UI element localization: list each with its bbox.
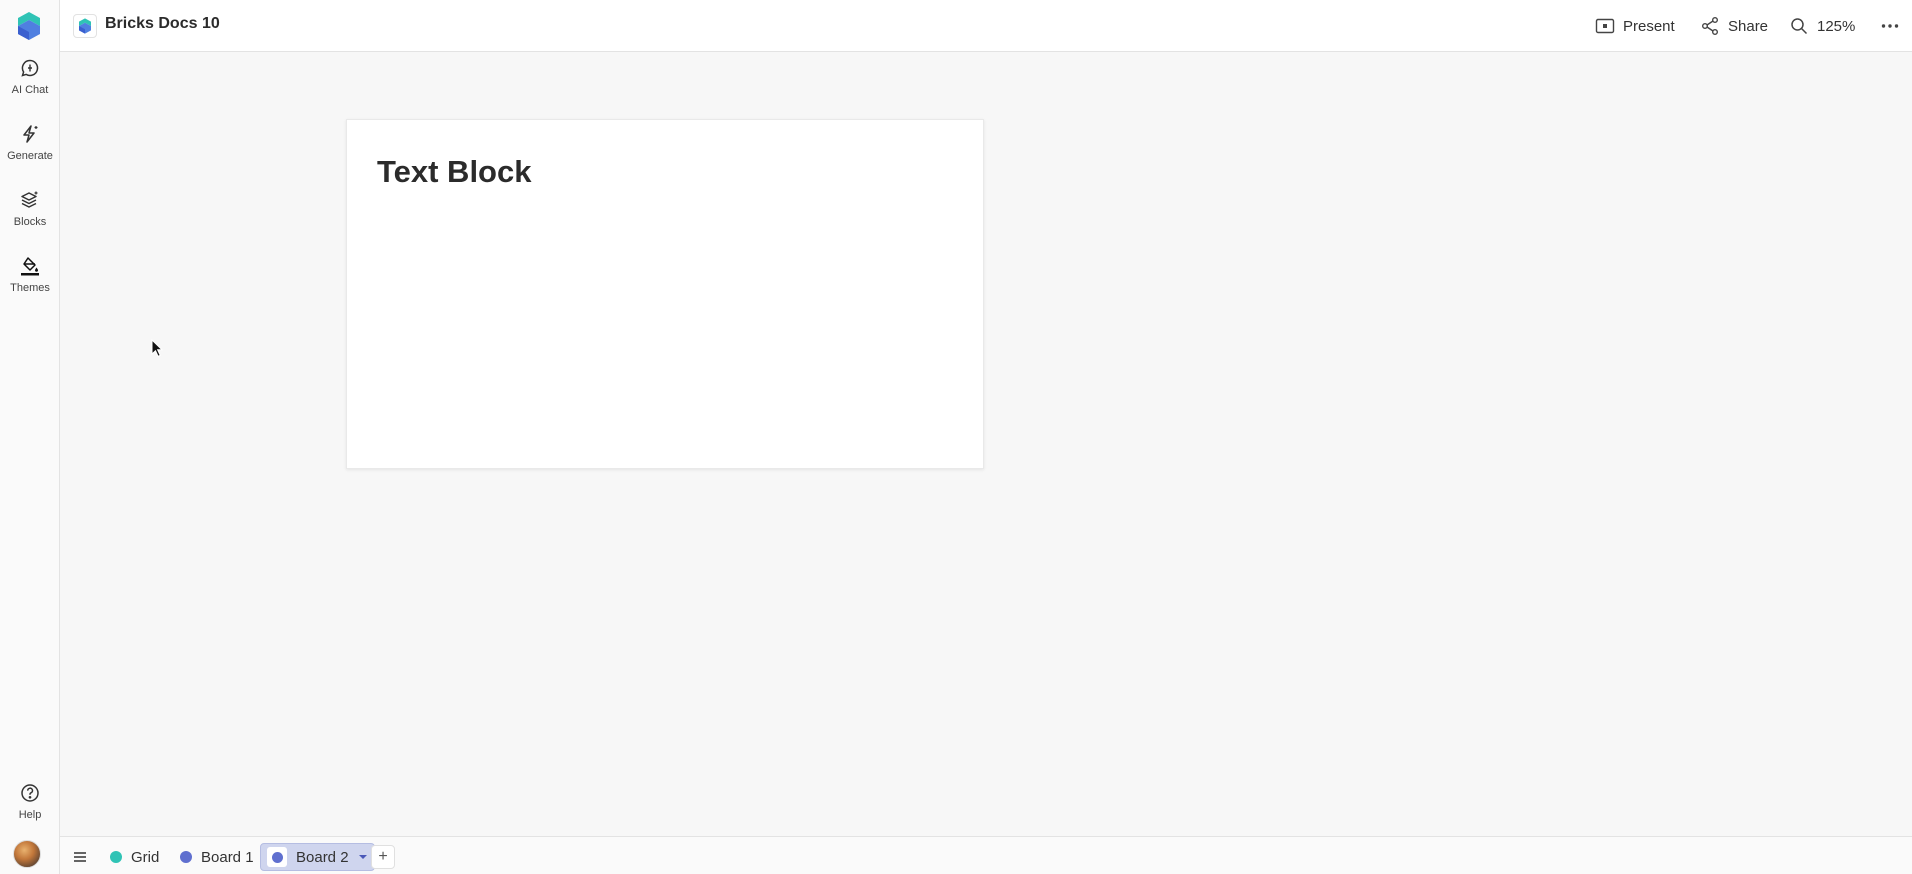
grid-tab-dot-icon [110, 851, 122, 863]
sidebar-item-themes[interactable]: Themes [0, 256, 60, 294]
chat-spark-icon [21, 59, 39, 77]
help-icon [21, 784, 39, 802]
present-icon [1595, 18, 1615, 34]
board-tab-dot-icon [180, 851, 192, 863]
top-bar: Bricks Docs 10 Present Share 125% [60, 0, 1912, 52]
present-label: Present [1623, 17, 1675, 35]
bolt-sparkle-icon [23, 125, 38, 143]
mouse-cursor-icon [151, 339, 163, 357]
layers-icon [21, 191, 38, 208]
app-logo-icon[interactable] [18, 12, 40, 40]
sidebar-item-label: AI Chat [11, 84, 49, 96]
board-tab-dot-icon [271, 851, 283, 863]
chevron-down-icon[interactable] [358, 853, 368, 861]
sidebar-item-label: Blocks [13, 216, 47, 228]
more-horizontal-icon [1881, 24, 1899, 28]
hamburger-icon [74, 852, 86, 862]
bottom-tab-bar: Grid Board 1 Board 2 + [60, 836, 1912, 874]
tab-label: Grid [131, 848, 160, 866]
text-block-heading[interactable]: Text Block [377, 154, 531, 190]
sidebar-item-label: Themes [10, 282, 50, 294]
present-button[interactable]: Present [1595, 14, 1675, 38]
text-block-card[interactable]: Text Block [346, 119, 984, 469]
zoom-button[interactable]: 125% [1789, 14, 1855, 38]
sidebar-item-generate[interactable]: Generate [0, 124, 60, 162]
tab-label: Board 2 [296, 848, 349, 866]
share-button[interactable]: Share [1700, 14, 1768, 38]
tab-board-2[interactable]: Board 2 [260, 843, 375, 871]
share-icon [1702, 17, 1718, 35]
pages-menu-button[interactable] [68, 846, 92, 868]
add-tab-button[interactable]: + [371, 845, 395, 869]
sidebar-item-ai-chat[interactable]: AI Chat [0, 58, 60, 96]
plus-icon: + [378, 848, 388, 865]
sidebar-item-label: Generate [7, 150, 53, 162]
zoom-icon [1791, 18, 1808, 35]
zoom-label: 125% [1817, 17, 1856, 35]
document-title[interactable]: Bricks Docs 10 [105, 15, 220, 33]
document-icon [73, 14, 97, 38]
more-options-button[interactable] [1880, 14, 1900, 38]
tab-grid[interactable]: Grid [102, 843, 167, 871]
tab-label: Board 1 [201, 848, 254, 866]
left-rail: AI Chat Generate Blocks Themes Help [0, 0, 60, 874]
board-tab-icon-box [267, 847, 287, 867]
tab-board-1[interactable]: Board 1 [172, 843, 262, 871]
help-button[interactable]: Help [0, 783, 60, 821]
paint-bucket-icon [21, 257, 39, 276]
help-label: Help [18, 809, 42, 821]
avatar[interactable] [13, 840, 41, 868]
sidebar-item-blocks[interactable]: Blocks [0, 190, 60, 228]
share-label: Share [1728, 17, 1769, 35]
